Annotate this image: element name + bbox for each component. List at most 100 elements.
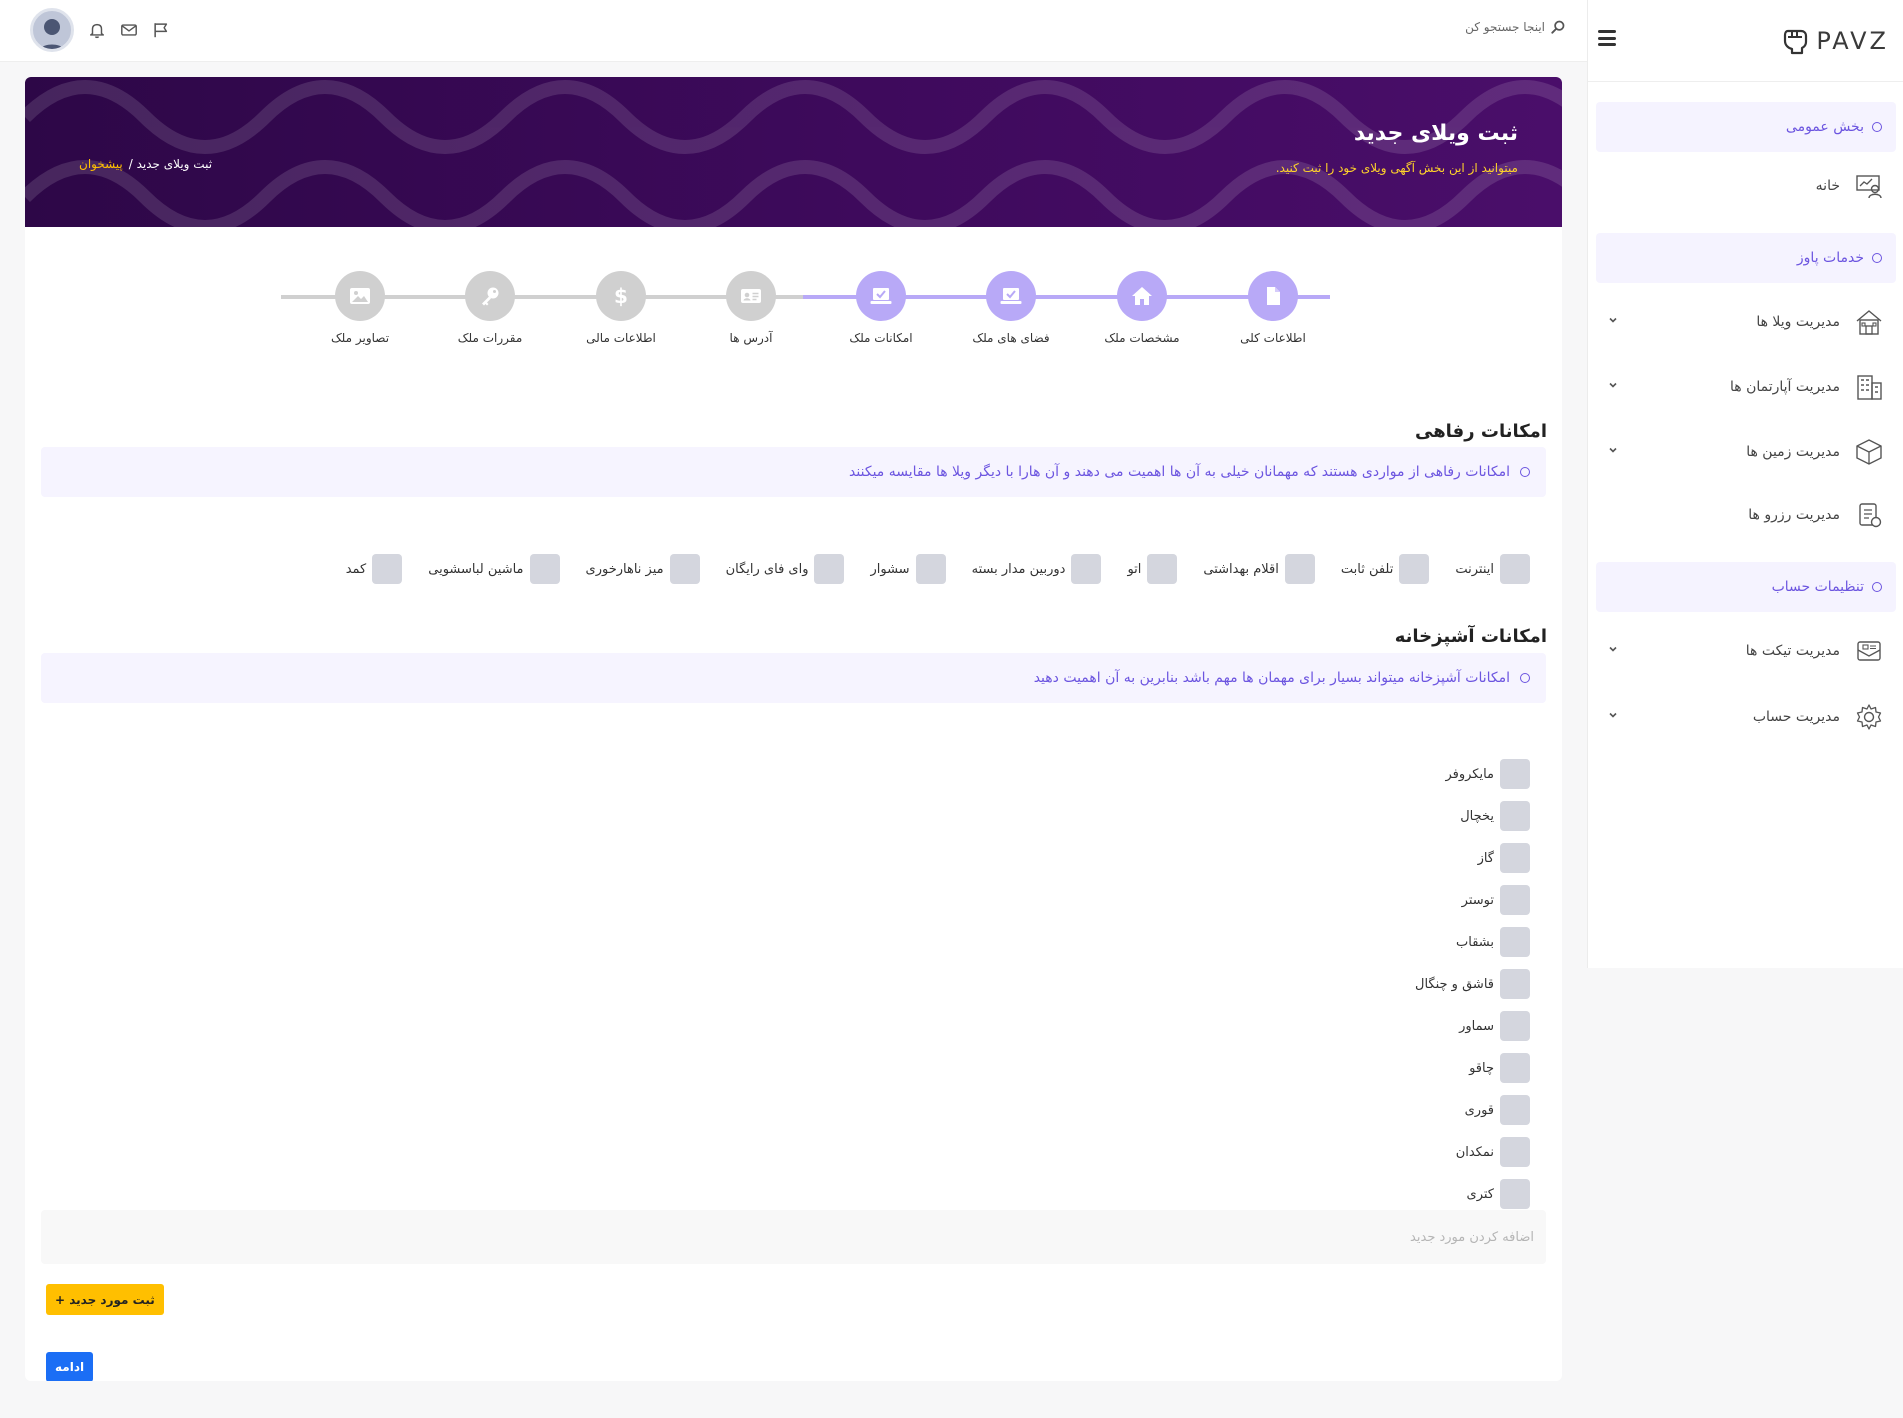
search-placeholder[interactable]: اینجا جستجو کن xyxy=(1465,20,1545,34)
page-title: ثبت ویلای جدید xyxy=(1353,121,1518,146)
continue-button[interactable]: ادامه xyxy=(46,1352,94,1381)
chevron-down-icon[interactable] xyxy=(1608,315,1618,325)
search-icon xyxy=(1551,20,1565,34)
checkbox-iron[interactable]: اتو xyxy=(1127,554,1178,584)
step-property-amenities[interactable]: امکانات ملک xyxy=(816,271,946,345)
checkbox-microwave[interactable]: مایکروفر xyxy=(1415,759,1530,789)
sidebar-section-general[interactable]: بخش عمومی xyxy=(1596,102,1896,152)
checkbox-plates[interactable]: بشقاب xyxy=(1415,927,1530,957)
sidebar-item-label: مدیریت رزرو ها xyxy=(1748,507,1840,523)
checkbox-box[interactable] xyxy=(1071,554,1102,584)
checkbox-hairdryer[interactable]: سشوار xyxy=(870,554,946,584)
reservation-icon xyxy=(1859,503,1882,528)
checkbox-samovar[interactable]: سماور xyxy=(1415,1011,1530,1041)
logo[interactable]: PAVZ xyxy=(1780,26,1889,56)
checkbox-label: ماشین لباسشویی xyxy=(428,561,524,577)
sidebar-item-reservations[interactable]: مدیریت رزرو ها xyxy=(1596,490,1896,540)
checkbox-washing-machine[interactable]: ماشین لباسشویی xyxy=(428,554,560,584)
checkbox-box[interactable] xyxy=(1399,554,1430,584)
step-label: اطلاعات کلی xyxy=(1240,331,1306,345)
chevron-down-icon[interactable] xyxy=(1608,380,1618,390)
checkbox-box[interactable] xyxy=(1500,885,1530,915)
step-property-spaces[interactable]: فضای های ملک xyxy=(946,271,1076,345)
kitchen-checkbox-list: مایکروفر یخچال گاز توستر بشقاب قاشق و چن… xyxy=(1415,759,1530,1221)
topbar: اینجا جستجو کن xyxy=(0,0,1587,62)
sidebar-item-account[interactable]: مدیریت حساب xyxy=(1596,692,1896,742)
checkbox-box[interactable] xyxy=(1500,969,1530,999)
checkbox-landline[interactable]: تلفن ثابت xyxy=(1341,554,1430,584)
checkbox-box[interactable] xyxy=(1500,554,1530,584)
step-financial-info[interactable]: $ اطلاعات مالی xyxy=(556,271,686,345)
checkbox-box[interactable] xyxy=(1500,1137,1530,1167)
checkbox-dining-table[interactable]: میز ناهارخوری xyxy=(586,554,700,584)
file-icon xyxy=(1267,287,1280,305)
flag-icon[interactable] xyxy=(152,21,170,39)
bell-icon[interactable] xyxy=(88,21,106,39)
step-addresses[interactable]: آدرس ها xyxy=(686,271,816,345)
page-banner: ثبت ویلای جدید میتوانید از این بخش آگهی … xyxy=(25,77,1562,227)
sidebar-item-label: مدیریت حساب xyxy=(1752,709,1840,725)
checkbox-box[interactable] xyxy=(1500,1011,1530,1041)
land-cube-icon xyxy=(1856,439,1882,465)
checkbox-box[interactable] xyxy=(915,554,946,584)
kitchen-section-title: امکانات آشپزخانه xyxy=(1394,626,1547,647)
checkbox-cutlery[interactable]: قاشق و چنگال xyxy=(1415,969,1530,999)
sidebar-section-account[interactable]: تنظیمات حساب xyxy=(1596,562,1896,612)
sidebar-section-services[interactable]: خدمات پاوز xyxy=(1596,233,1896,283)
villa-icon xyxy=(1856,310,1882,335)
step-property-rules[interactable]: مقررات ملک xyxy=(425,271,555,345)
checkbox-kettle[interactable]: کتری xyxy=(1415,1179,1530,1209)
checkbox-fridge[interactable]: یخچال xyxy=(1415,801,1530,831)
checkbox-knife[interactable]: چاقو xyxy=(1415,1053,1530,1083)
search-box[interactable]: اینجا جستجو کن xyxy=(1465,20,1565,34)
checkbox-box[interactable] xyxy=(1500,843,1530,873)
checkbox-toiletries[interactable]: اقلام بهداشتی xyxy=(1203,554,1315,584)
checkbox-box[interactable] xyxy=(1500,1179,1530,1209)
chevron-down-icon[interactable] xyxy=(1608,710,1618,720)
breadcrumb-home-link[interactable]: پیشخوان xyxy=(79,157,123,171)
sidebar-item-apartments[interactable]: مدیریت آپارتمان ها xyxy=(1596,362,1896,412)
checkbox-toaster[interactable]: توستر xyxy=(1415,885,1530,915)
checkbox-salt-shaker[interactable]: نمکدان xyxy=(1415,1137,1530,1167)
sidebar-item-tickets[interactable]: مدیریت تیکت ها xyxy=(1596,626,1896,676)
sidebar-item-home[interactable]: خانه xyxy=(1596,161,1896,211)
step-general-info[interactable]: اطلاعات کلی xyxy=(1208,271,1338,345)
add-new-item-input[interactable] xyxy=(41,1210,1546,1264)
checkbox-box[interactable] xyxy=(1500,927,1530,957)
checkbox-box[interactable] xyxy=(1500,1053,1530,1083)
mail-icon[interactable] xyxy=(120,21,138,39)
checkbox-box[interactable] xyxy=(1500,801,1530,831)
chevron-down-icon[interactable] xyxy=(1608,445,1618,455)
sidebar-item-label: خانه xyxy=(1815,178,1840,194)
checkbox-box[interactable] xyxy=(529,554,560,584)
checkbox-internet[interactable]: اینترنت xyxy=(1455,554,1530,584)
step-property-images[interactable]: تصاویر ملک xyxy=(295,271,425,345)
sidebar-item-lands[interactable]: مدیریت زمین ها xyxy=(1596,427,1896,477)
checkbox-box[interactable] xyxy=(1147,554,1178,584)
hamburger-menu-icon[interactable] xyxy=(1598,30,1616,46)
checkbox-box[interactable] xyxy=(1284,554,1315,584)
step-label: امکانات ملک xyxy=(849,331,913,345)
checkbox-box[interactable] xyxy=(372,554,403,584)
sidebar-item-label: مدیریت آپارتمان ها xyxy=(1729,379,1840,395)
checkbox-closet[interactable]: کمد xyxy=(346,554,403,584)
ticket-icon xyxy=(1857,641,1881,661)
sidebar-item-villas[interactable]: مدیریت ویلا ها xyxy=(1596,297,1896,347)
checkbox-box[interactable] xyxy=(669,554,700,584)
topbar-actions xyxy=(30,8,170,52)
checkbox-free-wifi[interactable]: وای فای رایگان xyxy=(726,554,845,584)
checkbox-stove[interactable]: گاز xyxy=(1415,843,1530,873)
checkbox-box[interactable] xyxy=(814,554,845,584)
chevron-down-icon[interactable] xyxy=(1608,644,1618,654)
checkbox-cctv[interactable]: دوربین مدار بسته xyxy=(972,554,1102,584)
add-new-item-button[interactable]: ثبت مورد جدید + xyxy=(46,1284,164,1315)
kitchen-notice: امکانات آشپزخانه میتواند بسیار برای مهما… xyxy=(41,653,1546,703)
home-icon xyxy=(1132,287,1152,305)
sidebar: PAVZ بخش عمومی خانه خدمات پاوز مدیریت وی… xyxy=(1587,0,1903,968)
checkbox-label: نمکدان xyxy=(1455,1144,1494,1160)
avatar[interactable] xyxy=(30,8,74,52)
checkbox-teapot[interactable]: قوری xyxy=(1415,1095,1530,1125)
step-property-specs[interactable]: مشخصات ملک xyxy=(1077,271,1207,345)
checkbox-box[interactable] xyxy=(1500,1095,1530,1125)
checkbox-box[interactable] xyxy=(1500,759,1530,789)
